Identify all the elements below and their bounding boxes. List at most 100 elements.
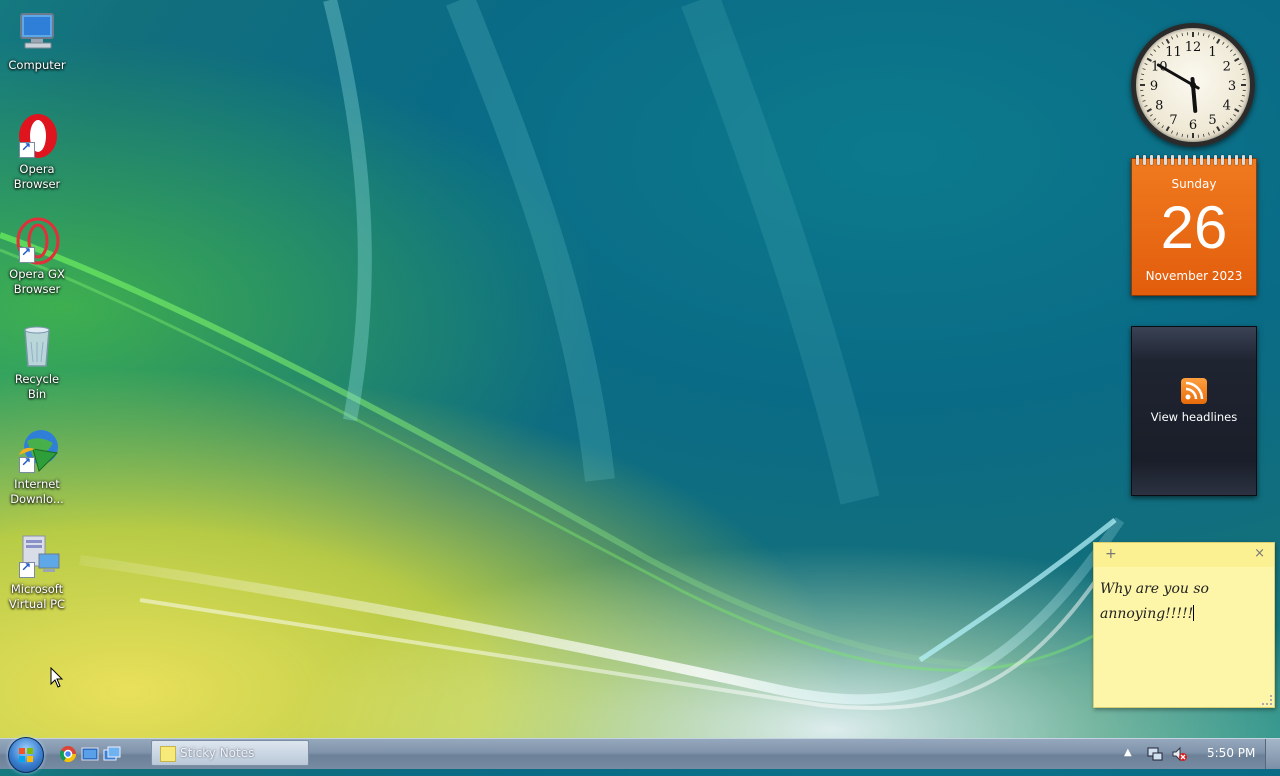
sticky-note-window[interactable]: + × Why are you so annoying!!!!! — [1093, 542, 1275, 708]
sticky-note-titlebar[interactable]: + × — [1094, 543, 1274, 567]
clock-tick — [1233, 54, 1235, 56]
opera-gx-icon — [13, 217, 61, 265]
desktop-icon-opera-gx[interactable]: Opera GX Browser — [4, 217, 70, 297]
clock-tick — [1235, 109, 1239, 112]
shortcut-arrow-icon — [19, 457, 35, 473]
desktop-icon-computer[interactable]: Computer — [4, 8, 70, 73]
computer-icon — [13, 8, 61, 56]
shortcut-arrow-icon — [19, 562, 35, 578]
desktop-icon-opera[interactable]: Opera Browser — [4, 112, 70, 192]
clock-tick — [1230, 50, 1232, 52]
clock-numeral: 1 — [1208, 45, 1216, 60]
clock-tick — [1162, 125, 1164, 127]
clock-tick — [1150, 54, 1152, 56]
clock-numeral: 4 — [1223, 99, 1231, 114]
clock-center-pin — [1190, 82, 1196, 88]
desktop-icon-label: Microsoft Virtual PC — [4, 582, 70, 612]
clock-tick — [1177, 35, 1178, 38]
clock-tick — [1203, 134, 1204, 137]
calendar-month-year: November 2023 — [1132, 269, 1256, 283]
clock-tick — [1171, 37, 1172, 40]
desktop-icon-internet-download-manager[interactable]: Internet Downlo... — [4, 427, 70, 507]
show-desktop-button[interactable] — [1265, 739, 1280, 769]
clock-tick — [1154, 50, 1156, 52]
clock-tick — [1235, 59, 1239, 62]
clock-numeral: 9 — [1150, 79, 1158, 94]
calendar-rings — [1136, 155, 1252, 165]
clock-tick — [1203, 33, 1204, 36]
clock-numeral: 3 — [1228, 79, 1236, 94]
clock-tick — [1162, 42, 1164, 44]
switch-windows-icon[interactable] — [103, 745, 121, 763]
clock-tick — [1213, 131, 1214, 134]
desktop-icon-virtual-pc[interactable]: Microsoft Virtual PC — [4, 532, 70, 612]
internet-download-manager-icon — [13, 427, 61, 475]
desktop-icon-label: Opera GX Browser — [4, 267, 70, 297]
sticky-note-text[interactable]: Why are you so annoying!!!!! — [1100, 577, 1260, 627]
clock-tick — [1171, 131, 1172, 134]
mouse-cursor-icon — [50, 667, 64, 689]
clock-tick — [1182, 134, 1183, 137]
feed-headlines-gadget[interactable]: View headlines — [1131, 326, 1257, 496]
clock-tick — [1241, 69, 1244, 70]
show-desktop-icon[interactable] — [81, 745, 99, 763]
clock-tick — [1239, 105, 1242, 106]
clock-tick — [1217, 127, 1220, 131]
clock-tick — [1222, 125, 1224, 127]
clock-tick — [1141, 74, 1144, 75]
close-note-button[interactable]: × — [1254, 546, 1265, 561]
clock-numeral: 2 — [1223, 60, 1231, 75]
clock-tick — [1222, 42, 1224, 44]
clock-numeral: 6 — [1189, 118, 1197, 133]
shortcut-arrow-icon — [19, 142, 35, 158]
clock-tick — [1147, 109, 1151, 112]
desktop-icon-label: Computer — [4, 58, 70, 73]
desktop-icon-label: Internet Downlo... — [4, 477, 70, 507]
clock-tick — [1230, 118, 1232, 120]
chrome-icon[interactable] — [59, 745, 77, 763]
clock-tick — [1158, 122, 1160, 124]
clock-tick — [1226, 122, 1228, 124]
add-note-button[interactable]: + — [1105, 546, 1117, 562]
clock-tick — [1145, 105, 1148, 106]
clock-tick — [1158, 46, 1160, 48]
desktop-icon-label: Opera Browser — [4, 162, 70, 192]
wallpaper — [0, 0, 1280, 738]
taskbar: Sticky Notes ▲ 5:50 PM — [0, 738, 1280, 769]
clock-tick — [1241, 100, 1244, 101]
clock-tick — [1233, 114, 1235, 116]
clock-tick — [1208, 35, 1209, 38]
volume-muted-icon[interactable] — [1171, 746, 1187, 762]
resize-grip-icon[interactable] — [1262, 695, 1272, 705]
clock-tick — [1145, 63, 1148, 64]
taskbar-button-label: Sticky Notes — [180, 746, 254, 760]
desktop-icon-recycle-bin[interactable]: Recycle Bin — [4, 322, 70, 402]
rss-icon — [1181, 378, 1207, 404]
clock-tick — [1182, 33, 1183, 36]
show-hidden-icons-button[interactable]: ▲ — [1124, 747, 1132, 758]
clock-numeral: 5 — [1208, 113, 1216, 128]
calendar-weekday: Sunday — [1132, 177, 1256, 191]
desktop-icon-label: Recycle Bin — [4, 372, 70, 402]
clock-tick — [1213, 37, 1214, 40]
clock-tick — [1208, 133, 1209, 136]
calendar-gadget[interactable]: Sunday 26 November 2023 — [1131, 158, 1257, 296]
sticky-notes-icon — [160, 746, 176, 762]
system-clock[interactable]: 5:50 PM — [1207, 746, 1255, 760]
clock-tick — [1177, 133, 1178, 136]
clock-tick — [1239, 63, 1242, 64]
clock-tick — [1141, 95, 1144, 96]
recycle-bin-icon — [13, 322, 61, 370]
clock-tick — [1242, 95, 1245, 96]
shortcut-arrow-icon — [19, 247, 35, 263]
calendar-date: 26 — [1132, 195, 1256, 261]
taskbar-button-sticky-notes[interactable]: Sticky Notes — [151, 740, 309, 766]
network-icon[interactable] — [1147, 746, 1163, 762]
view-headlines-link[interactable]: View headlines — [1132, 410, 1256, 424]
clock-tick — [1242, 74, 1245, 75]
opera-icon — [13, 112, 61, 160]
clock-tick — [1143, 100, 1146, 101]
clock-tick — [1154, 118, 1156, 120]
clock-gadget[interactable]: 121234567891011 — [1131, 23, 1255, 147]
clock-numeral: 11 — [1165, 45, 1182, 60]
